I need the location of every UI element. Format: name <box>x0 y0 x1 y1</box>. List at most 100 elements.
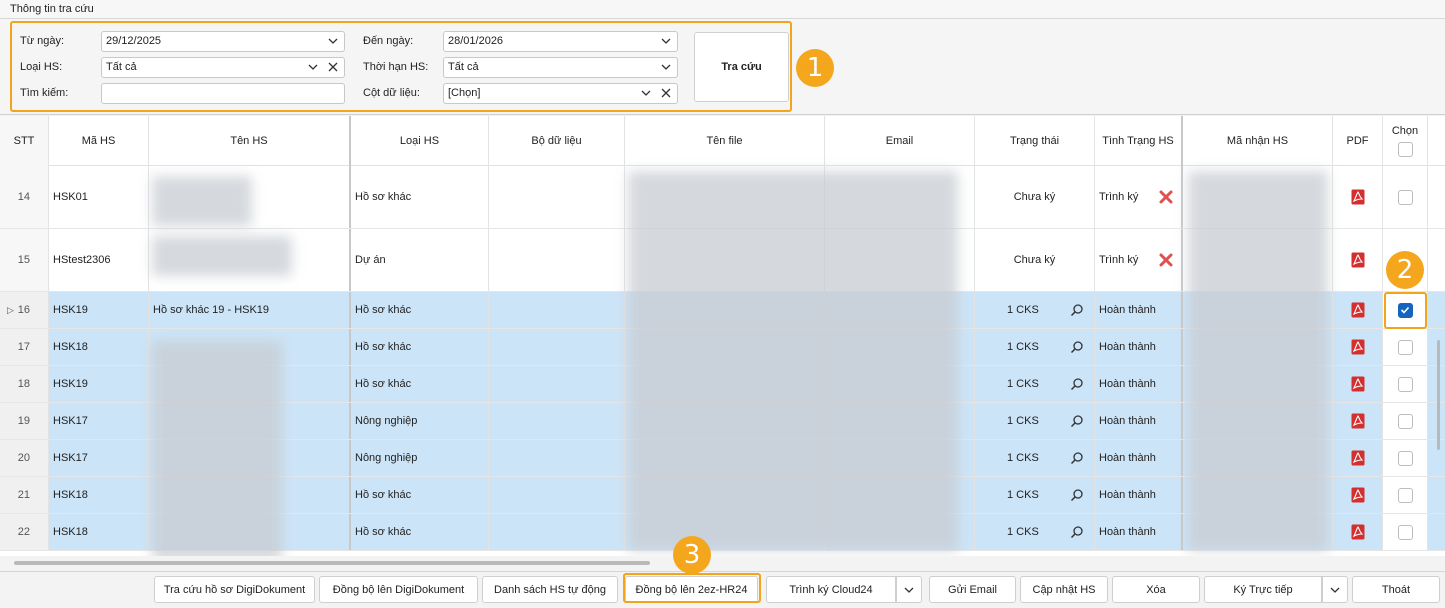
row-state[interactable]: Hoàn thành <box>1095 514 1183 550</box>
row-type[interactable]: Hồ sơ khác <box>351 329 489 365</box>
from-date-picker[interactable]: 29/12/2025 <box>101 31 345 52</box>
row-type[interactable]: Nông nghiệp <box>351 440 489 476</box>
row-code[interactable]: HStest2306 <box>49 229 149 291</box>
row-state[interactable]: Trình ký <box>1095 166 1183 228</box>
red-x-icon[interactable] <box>1159 190 1173 204</box>
row-select[interactable] <box>1383 477 1428 513</box>
cloud24-sign-button[interactable]: Trình ký Cloud24 <box>766 576 896 603</box>
row-pdf[interactable] <box>1333 514 1383 550</box>
row-dataset[interactable] <box>489 166 625 228</box>
chevron-down-icon[interactable] <box>308 62 318 72</box>
select-all-checkbox[interactable] <box>1397 142 1413 157</box>
row-code[interactable]: HSK18 <box>49 514 149 550</box>
row-select[interactable] <box>1383 440 1428 476</box>
row-dataset[interactable] <box>489 292 625 328</box>
row-state[interactable]: Trình ký <box>1095 229 1183 291</box>
row-state[interactable]: Hoàn thành <box>1095 329 1183 365</box>
magnifier-icon[interactable] <box>1070 451 1084 465</box>
row-state[interactable]: Hoàn thành <box>1095 292 1183 328</box>
magnifier-icon[interactable] <box>1070 414 1084 428</box>
row-type[interactable]: Nông nghiệp <box>351 403 489 439</box>
row-status[interactable]: Chưa ký <box>975 229 1095 291</box>
record-term-select[interactable]: Tất cả <box>443 57 678 78</box>
row-checkbox[interactable] <box>1397 189 1413 205</box>
row-code[interactable]: HSK17 <box>49 403 149 439</box>
header-name[interactable]: Tên HS <box>149 116 351 166</box>
cloud24-dropdown[interactable] <box>896 576 922 603</box>
row-select[interactable] <box>1383 366 1428 402</box>
row-state[interactable]: Hoàn thành <box>1095 440 1183 476</box>
row-select[interactable] <box>1383 292 1428 328</box>
row-dataset[interactable] <box>489 329 625 365</box>
row-checkbox[interactable] <box>1397 413 1413 429</box>
sign-direct-dropdown[interactable] <box>1322 576 1348 603</box>
row-checkbox[interactable] <box>1397 524 1413 540</box>
row-status[interactable]: 1 CKS <box>975 477 1095 513</box>
row-dataset[interactable] <box>489 440 625 476</box>
magnifier-icon[interactable] <box>1070 377 1084 391</box>
row-status[interactable]: 1 CKS <box>975 292 1095 328</box>
row-name[interactable]: Hồ sơ khác 19 - HSK19 <box>149 292 351 328</box>
sync-hr24-button[interactable]: Đồng bộ lên 2ez-HR24 <box>625 576 758 603</box>
row-state[interactable]: Hoàn thành <box>1095 366 1183 402</box>
row-status[interactable]: 1 CKS <box>975 440 1095 476</box>
chevron-down-icon[interactable] <box>661 36 671 46</box>
row-pdf[interactable] <box>1333 403 1383 439</box>
row-pdf[interactable] <box>1333 292 1383 328</box>
magnifier-icon[interactable] <box>1070 340 1084 354</box>
row-code[interactable]: HSK01 <box>49 166 149 228</box>
row-code[interactable]: HSK17 <box>49 440 149 476</box>
row-type[interactable]: Hồ sơ khác <box>351 292 489 328</box>
lookup-digidokument-button[interactable]: Tra cứu hồ sơ DigiDokument <box>154 576 315 603</box>
row-select[interactable] <box>1383 166 1428 228</box>
row-dataset[interactable] <box>489 477 625 513</box>
row-type[interactable]: Hồ sơ khác <box>351 166 489 228</box>
row-code[interactable]: HSK19 <box>49 366 149 402</box>
header-email[interactable]: Email <box>825 116 975 166</box>
header-receiver[interactable]: Mã nhận HS <box>1183 116 1333 166</box>
search-button[interactable]: Tra cứu <box>694 32 789 102</box>
chevron-down-icon[interactable] <box>328 36 338 46</box>
to-date-picker[interactable]: 28/01/2026 <box>443 31 678 52</box>
row-checkbox[interactable] <box>1397 339 1413 355</box>
row-state[interactable]: Hoàn thành <box>1095 403 1183 439</box>
sync-digidokument-button[interactable]: Đồng bộ lên DigiDokument <box>319 576 478 603</box>
row-code[interactable]: HSK18 <box>49 329 149 365</box>
data-column-select[interactable]: [Chọn] <box>443 83 678 104</box>
header-file[interactable]: Tên file <box>625 116 825 166</box>
sign-direct-button[interactable]: Ký Trực tiếp <box>1204 576 1322 603</box>
row-type[interactable]: Hồ sơ khác <box>351 514 489 550</box>
row-checkbox[interactable] <box>1397 450 1413 466</box>
row-pdf[interactable] <box>1333 229 1383 291</box>
row-pdf[interactable] <box>1333 440 1383 476</box>
auto-list-button[interactable]: Danh sách HS tự động <box>482 576 618 603</box>
send-email-button[interactable]: Gửi Email <box>929 576 1016 603</box>
row-select[interactable] <box>1383 329 1428 365</box>
row-status[interactable]: 1 CKS <box>975 403 1095 439</box>
row-type[interactable]: Hồ sơ khác <box>351 366 489 402</box>
chevron-down-icon[interactable] <box>661 62 671 72</box>
delete-button[interactable]: Xóa <box>1112 576 1200 603</box>
header-type[interactable]: Loại HS <box>351 116 489 166</box>
row-dataset[interactable] <box>489 366 625 402</box>
header-pdf[interactable]: PDF <box>1333 116 1383 166</box>
row-pdf[interactable] <box>1333 477 1383 513</box>
close-icon[interactable] <box>328 62 338 72</box>
row-checkbox[interactable] <box>1397 302 1413 318</box>
red-x-icon[interactable] <box>1159 253 1173 267</box>
row-code[interactable]: HSK18 <box>49 477 149 513</box>
exit-button[interactable]: Thoát <box>1352 576 1440 603</box>
header-dataset[interactable]: Bộ dữ liệu <box>489 116 625 166</box>
update-record-button[interactable]: Cập nhật HS <box>1020 576 1108 603</box>
row-pdf[interactable] <box>1333 366 1383 402</box>
row-dataset[interactable] <box>489 403 625 439</box>
row-code[interactable]: HSK19 <box>49 292 149 328</box>
header-stt[interactable]: STT <box>0 116 49 166</box>
row-dataset[interactable] <box>489 229 625 291</box>
vertical-scrollbar[interactable] <box>1437 340 1440 450</box>
header-code[interactable]: Mã HS <box>49 116 149 166</box>
row-type[interactable]: Dự án <box>351 229 489 291</box>
magnifier-icon[interactable] <box>1070 488 1084 502</box>
chevron-down-icon[interactable] <box>641 88 651 98</box>
row-status[interactable]: 1 CKS <box>975 329 1095 365</box>
